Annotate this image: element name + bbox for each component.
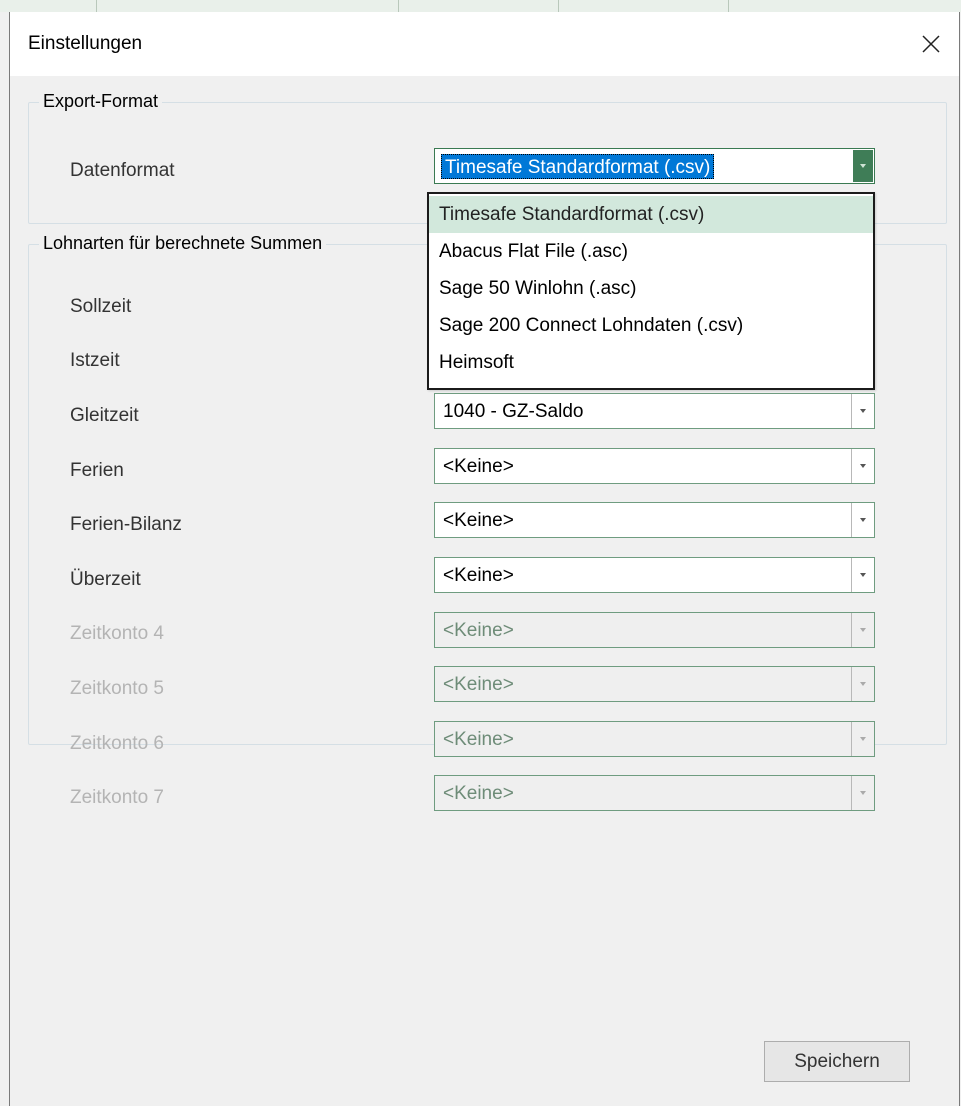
dropdown-option[interactable]: Abacus Flat File (.asc)	[429, 233, 873, 270]
chevron-down-icon	[851, 667, 874, 701]
settings-dialog: Einstellungen Export-Format Datenformat …	[9, 12, 960, 1106]
row-label-ueberzeit: Überzeit	[70, 569, 141, 590]
chevron-down-icon	[851, 613, 874, 647]
combo-value: <Keine>	[443, 456, 514, 477]
zeitkonto-7-combobox: <Keine>	[434, 775, 875, 811]
dropdown-option[interactable]: Sage 200 Connect Lohndaten (.csv)	[429, 307, 873, 344]
title-bar: Einstellungen	[10, 12, 959, 76]
row-label-gleitzeit: Gleitzeit	[70, 405, 139, 426]
combo-value: 1040 - GZ-Saldo	[443, 401, 584, 422]
chevron-down-icon	[851, 722, 874, 756]
ueberzeit-combobox[interactable]: <Keine>	[434, 557, 875, 593]
close-button[interactable]	[903, 12, 959, 76]
chevron-down-icon[interactable]	[851, 503, 874, 537]
row-label-sollzeit: Sollzeit	[70, 296, 132, 317]
datenformat-dropdown-list: Timesafe Standardformat (.csv) Abacus Fl…	[427, 192, 875, 390]
row-label-zeitkonto-5: Zeitkonto 5	[70, 678, 164, 699]
datenformat-selected-text: Timesafe Standardformat (.csv)	[441, 154, 715, 179]
combo-value: <Keine>	[443, 674, 514, 695]
combo-value: <Keine>	[443, 565, 514, 586]
chevron-down-icon[interactable]	[853, 150, 873, 182]
chevron-down-icon	[851, 776, 874, 810]
combo-value: <Keine>	[443, 783, 514, 804]
dropdown-option[interactable]: Heimsoft	[429, 344, 873, 381]
background-app-strip	[0, 0, 961, 12]
row-label-zeitkonto-7: Zeitkonto 7	[70, 787, 164, 808]
background-cell	[398, 0, 559, 12]
zeitkonto-4-combobox: <Keine>	[434, 612, 875, 648]
dropdown-option[interactable]: Sage 50 Winlohn (.asc)	[429, 270, 873, 307]
row-label-istzeit: Istzeit	[70, 350, 120, 371]
row-label-zeitkonto-4: Zeitkonto 4	[70, 623, 164, 644]
chevron-down-icon[interactable]	[851, 449, 874, 483]
ferien-combobox[interactable]: <Keine>	[434, 448, 875, 484]
dropdown-option[interactable]: Timesafe Standardformat (.csv)	[429, 196, 873, 233]
window-title: Einstellungen	[28, 33, 143, 54]
gleitzeit-combobox[interactable]: 1040 - GZ-Saldo	[434, 393, 875, 429]
combo-value: <Keine>	[443, 620, 514, 641]
row-label-zeitkonto-6: Zeitkonto 6	[70, 733, 164, 754]
background-cell	[96, 0, 399, 12]
lohnarten-legend: Lohnarten für berechnete Summen	[39, 233, 327, 254]
combo-value: <Keine>	[443, 510, 514, 531]
datenformat-label: Datenformat	[70, 160, 175, 181]
save-button[interactable]: Speichern	[764, 1041, 910, 1082]
close-icon	[922, 35, 940, 53]
export-format-legend: Export-Format	[39, 91, 163, 112]
background-cell	[0, 0, 97, 12]
zeitkonto-6-combobox: <Keine>	[434, 721, 875, 757]
zeitkonto-5-combobox: <Keine>	[434, 666, 875, 702]
row-label-ferien-bilanz: Ferien-Bilanz	[70, 514, 182, 535]
row-label-ferien: Ferien	[70, 460, 124, 481]
datenformat-combobox[interactable]: Timesafe Standardformat (.csv)	[434, 148, 875, 184]
chevron-down-icon[interactable]	[851, 394, 874, 428]
chevron-down-icon[interactable]	[851, 558, 874, 592]
combo-value: <Keine>	[443, 729, 514, 750]
ferien-bilanz-combobox[interactable]: <Keine>	[434, 502, 875, 538]
background-cell	[558, 0, 729, 12]
